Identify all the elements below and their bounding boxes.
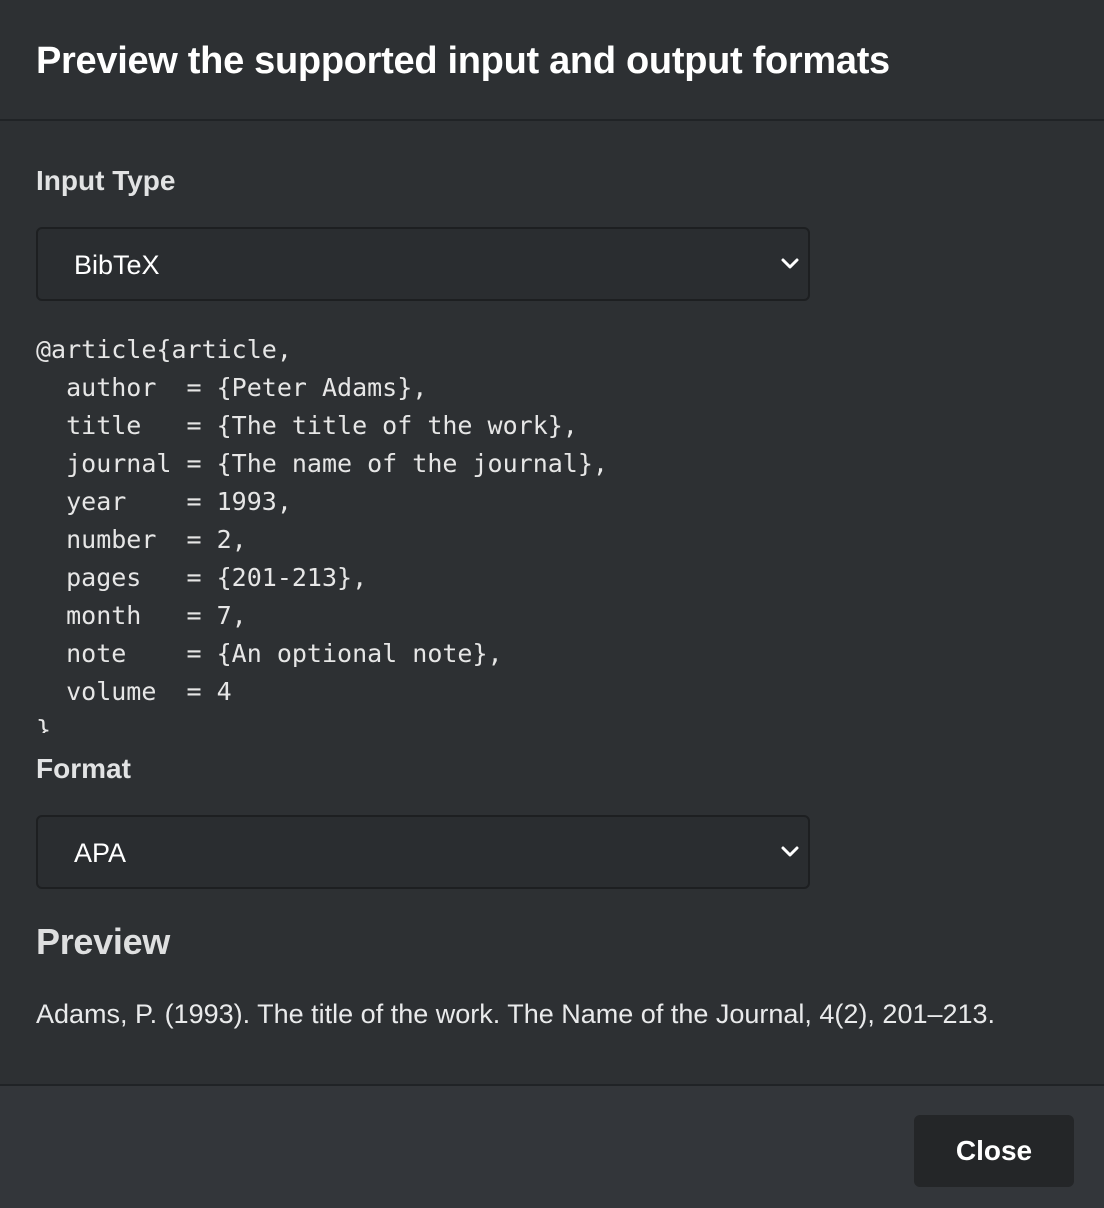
input-type-label: Input Type [36, 165, 176, 196]
preview-output: Adams, P. (1993). The title of the work.… [36, 999, 996, 1029]
chevron-down-icon [781, 846, 799, 857]
chevron-down-icon [781, 258, 799, 269]
format-selected-value: APA [74, 838, 127, 868]
input-type-select[interactable]: BibTeX [36, 227, 810, 301]
preview-formats-dialog: Preview the supported input and output f… [0, 0, 1104, 1208]
dialog-body: Input Type BibTeX @article{article, auth… [0, 121, 1104, 1031]
close-button[interactable]: Close [914, 1115, 1074, 1187]
dialog-title: Preview the supported input and output f… [36, 40, 890, 82]
dialog-footer: Close [0, 1084, 1104, 1208]
dialog-header: Preview the supported input and output f… [0, 0, 1104, 121]
format-label: Format [36, 753, 131, 784]
input-code-sample: @article{article, author = {Peter Adams}… [36, 335, 608, 733]
preview-heading: Preview [36, 921, 170, 962]
format-select[interactable]: APA [36, 815, 810, 889]
input-type-selected-value: BibTeX [74, 250, 160, 280]
